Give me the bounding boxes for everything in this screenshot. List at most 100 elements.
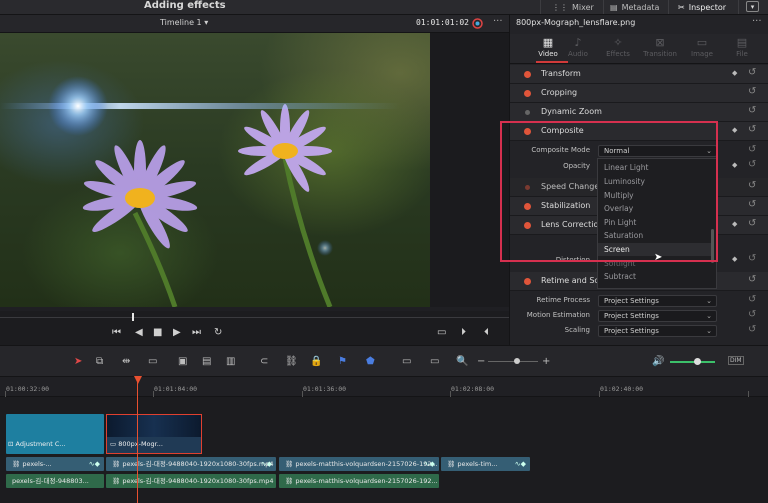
mixer-button[interactable]: ⋮⋮ Mixer: [552, 0, 594, 14]
scrubber-playhead[interactable]: [132, 313, 134, 321]
zoom-slider-handle[interactable]: [514, 358, 520, 364]
dropdown-option[interactable]: Overlay: [598, 202, 711, 215]
reset-icon[interactable]: ↺: [748, 218, 756, 229]
overwrite-clip-icon[interactable]: ▤: [202, 356, 211, 367]
volume-slider-handle[interactable]: [694, 358, 701, 365]
inspector-button[interactable]: ✂ Inspector: [678, 0, 726, 14]
enable-toggle-icon[interactable]: [525, 110, 530, 115]
audio-clip[interactable]: pexels-김-대정-948803...: [6, 474, 104, 488]
keyframe-icon[interactable]: ◆: [732, 126, 737, 134]
keyframe-icon[interactable]: ◆: [732, 255, 737, 263]
enable-toggle-icon[interactable]: [524, 128, 531, 135]
flag-icon[interactable]: ⚑: [338, 356, 347, 367]
playhead[interactable]: [137, 378, 138, 503]
more-options-icon[interactable]: ···: [752, 16, 762, 27]
dim-button[interactable]: DIM: [728, 356, 744, 365]
audio-clip[interactable]: ⛓ pexels-matthis-volquardsen-2157026-192…: [279, 474, 439, 488]
video-clip[interactable]: ⛓ pexels-tim... ∿◆: [441, 457, 530, 471]
enable-toggle-icon[interactable]: [524, 278, 531, 285]
snapping-icon[interactable]: ⊂: [260, 356, 268, 367]
reset-icon[interactable]: ↺: [748, 180, 756, 191]
enable-toggle-icon[interactable]: [524, 90, 531, 97]
skip-to-end-icon[interactable]: ⏭: [192, 327, 201, 338]
dropdown-option[interactable]: Multiply: [598, 189, 711, 202]
section-cropping[interactable]: Cropping ↺: [510, 84, 768, 103]
motion-estimation-select[interactable]: Project Settings ⌄: [598, 310, 717, 322]
play-reverse-icon[interactable]: ◀: [135, 327, 143, 338]
reset-icon[interactable]: ↺: [748, 124, 756, 135]
trim-tool-icon[interactable]: ⧉: [96, 356, 103, 367]
dynamic-trim-icon[interactable]: ⇹: [122, 356, 130, 367]
reset-icon[interactable]: ↺: [748, 309, 756, 320]
metadata-button[interactable]: ▤ Metadata: [610, 0, 659, 14]
zoom-custom-icon[interactable]: 🔍: [456, 356, 468, 367]
enable-toggle-icon[interactable]: [524, 222, 531, 229]
reset-icon[interactable]: ↺: [748, 105, 756, 116]
match-frame-icon[interactable]: ▭: [437, 327, 446, 338]
enable-toggle-icon[interactable]: [524, 71, 531, 78]
next-clip-icon[interactable]: ⏵: [461, 327, 466, 338]
zoom-in-icon[interactable]: +: [542, 356, 550, 367]
zoom-full-icon[interactable]: ▭: [402, 356, 411, 367]
keyframe-icon[interactable]: ◆: [732, 161, 737, 169]
speaker-icon[interactable]: 🔊: [652, 356, 664, 367]
reset-icon[interactable]: ↺: [748, 159, 756, 170]
adjustment-clip[interactable]: [6, 414, 104, 454]
reset-icon[interactable]: ↺: [748, 253, 756, 264]
volume-slider[interactable]: [670, 361, 715, 363]
skip-to-start-icon[interactable]: ⏮: [112, 327, 121, 338]
section-dynamic-zoom[interactable]: Dynamic Zoom ↺: [510, 103, 768, 122]
reset-icon[interactable]: ↺: [748, 67, 756, 78]
timeline-ruler[interactable]: 01:00:32:00 01:01:04:00 01:01:36:00 01:0…: [0, 377, 768, 397]
keyframe-icon[interactable]: ◆: [732, 69, 737, 77]
reset-icon[interactable]: ↺: [748, 324, 756, 335]
zoom-slider[interactable]: [488, 361, 538, 362]
section-composite[interactable]: Composite ◆ ↺: [510, 122, 768, 141]
video-clip[interactable]: ⛓ pexels-... ∿◆: [6, 457, 104, 471]
viewer-scrubber[interactable]: [0, 311, 509, 323]
section-transform[interactable]: Transform ◆ ↺: [510, 65, 768, 84]
play-icon[interactable]: ▶: [173, 327, 181, 338]
tab-image[interactable]: ▭ Image: [682, 36, 722, 58]
composite-mode-select[interactable]: Normal ⌄: [598, 145, 717, 157]
reset-icon[interactable]: ↺: [748, 199, 756, 210]
stop-icon[interactable]: ■: [153, 327, 162, 338]
more-options-icon[interactable]: ···: [493, 16, 503, 27]
tab-audio[interactable]: ♪ Audio: [558, 36, 598, 58]
replace-clip-icon[interactable]: ▥: [226, 356, 235, 367]
insert-clip-icon[interactable]: ▣: [178, 356, 187, 367]
retime-process-select[interactable]: Project Settings ⌄: [598, 295, 717, 307]
dropdown-option[interactable]: Linear Light: [598, 161, 711, 174]
pointer-tool-icon[interactable]: ➤: [74, 356, 82, 367]
dropdown-option[interactable]: Saturation: [598, 229, 711, 242]
tab-effects[interactable]: ✧ Effects: [598, 36, 638, 58]
reset-icon[interactable]: ↺: [748, 294, 756, 305]
scaling-select[interactable]: Project Settings ⌄: [598, 325, 717, 337]
zoom-out-icon[interactable]: −: [477, 356, 485, 367]
keyframe-icon[interactable]: ◆: [732, 220, 737, 228]
dropdown-option[interactable]: Pin Light: [598, 216, 711, 229]
blade-tool-icon[interactable]: ▭: [148, 356, 157, 367]
video-clip[interactable]: ⛓ pexels-matthis-volquardsen-2157026-192…: [279, 457, 439, 471]
color-wheel-icon[interactable]: [472, 18, 483, 29]
prev-edit-icon[interactable]: ⏴: [484, 327, 489, 338]
video-clip[interactable]: ⛓ pexels-김-대정-9488040-1920x1080-30fps.mp…: [106, 457, 276, 471]
zoom-detail-icon[interactable]: ▭: [430, 356, 439, 367]
reset-icon[interactable]: ↺: [748, 274, 756, 285]
chevron-down-icon[interactable]: ▾: [746, 1, 759, 12]
loop-icon[interactable]: ↻: [214, 327, 222, 338]
tab-transition[interactable]: ⊠ Transition: [640, 36, 680, 58]
dropdown-option[interactable]: Luminosity: [598, 175, 711, 188]
enable-toggle-icon[interactable]: [524, 203, 531, 210]
timeline-selector[interactable]: Timeline 1 ▾: [160, 18, 208, 27]
enable-toggle-icon[interactable]: [525, 185, 530, 190]
link-icon[interactable]: ⛓: [285, 356, 298, 367]
reset-icon[interactable]: ↺: [748, 86, 756, 97]
audio-clip[interactable]: ⛓ pexels-김-대정-9488040-1920x1080-30fps.mp…: [106, 474, 276, 488]
tab-file[interactable]: ▤ File: [722, 36, 762, 58]
marker-icon[interactable]: ⬟: [366, 356, 375, 367]
dropdown-scrollbar[interactable]: [711, 229, 714, 263]
lock-icon[interactable]: 🔒: [310, 356, 322, 367]
dropdown-option[interactable]: Subtract: [598, 270, 711, 283]
reset-icon[interactable]: ↺: [748, 144, 756, 155]
